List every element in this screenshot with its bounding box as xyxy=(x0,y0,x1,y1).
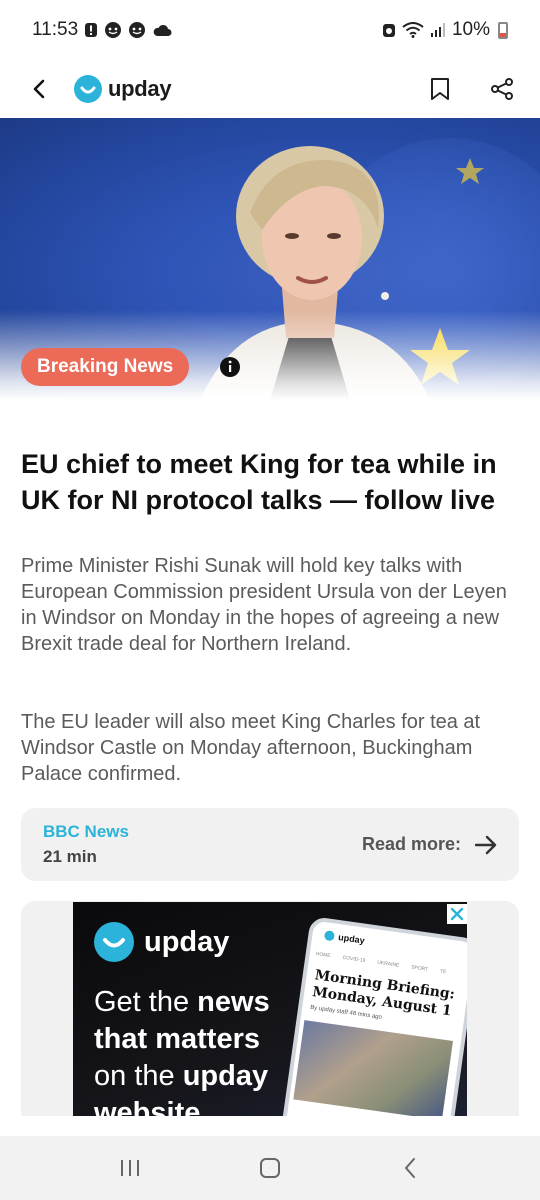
wifi-icon xyxy=(402,22,424,38)
home-button[interactable] xyxy=(250,1148,290,1188)
recent-apps-icon xyxy=(121,1160,139,1176)
phone-tab: COVID-19 xyxy=(342,954,366,964)
ad-tagline-bold-line: website xyxy=(94,1097,201,1116)
phone-tab: UKRAINE xyxy=(376,959,400,969)
chevron-left-icon xyxy=(33,79,45,99)
share-button[interactable] xyxy=(486,73,518,105)
upday-logo-icon xyxy=(74,75,102,103)
ad-banner[interactable]: upday Get the news that matters on the u… xyxy=(73,902,467,1116)
ad-logo-text: upday xyxy=(144,925,230,958)
ad-logo: upday xyxy=(94,922,229,962)
ad-tagline-part: on the xyxy=(94,1060,183,1092)
signal-icon xyxy=(430,22,446,38)
upday-logo-icon xyxy=(324,930,335,941)
status-left: 11:53 xyxy=(32,19,172,41)
source-card[interactable]: BBC News 21 min Read more: xyxy=(21,808,519,881)
close-icon xyxy=(450,907,464,921)
source-info: BBC News 21 min xyxy=(43,822,129,867)
status-bar: 11:53 10% xyxy=(0,0,540,60)
ad-container: upday Get the news that matters on the u… xyxy=(21,901,519,1116)
battery-percent: 10% xyxy=(451,19,490,40)
arrow-right-icon xyxy=(475,835,497,854)
back-nav-button[interactable] xyxy=(390,1148,430,1188)
ad-tagline-bold-line: that matters xyxy=(94,1023,260,1055)
share-icon xyxy=(491,78,513,100)
info-button[interactable] xyxy=(219,356,241,383)
bookmark-icon xyxy=(431,78,449,100)
ad-close-button[interactable] xyxy=(447,904,467,924)
article-paragraph: The EU leader will also meet King Charle… xyxy=(21,711,481,785)
battery-icon xyxy=(498,21,508,39)
appbar-actions xyxy=(424,73,518,105)
app-bar: upday xyxy=(0,60,540,118)
bookmark-button[interactable] xyxy=(424,73,456,105)
back-button[interactable] xyxy=(22,72,56,106)
upday-logo: upday xyxy=(74,75,172,103)
ad-phone-mockup: upday HOME COVID-19 UKRAINE SPORT TE Mor… xyxy=(277,916,467,1116)
recent-apps-button[interactable] xyxy=(110,1148,150,1188)
article-paragraph: Prime Minister Rishi Sunak will hold key… xyxy=(21,555,507,655)
system-nav-bar xyxy=(0,1136,540,1200)
upday-logo-icon xyxy=(94,922,134,962)
breaking-news-badge: Breaking News xyxy=(21,348,190,386)
phone-tab: SPORT xyxy=(410,964,429,973)
notification-face-icon-2 xyxy=(128,21,146,39)
phone-tab: TE xyxy=(439,968,447,976)
read-more-link[interactable]: Read more: xyxy=(362,834,497,855)
ad-tagline: Get the news that matters on the upday w… xyxy=(94,984,304,1116)
home-icon xyxy=(260,1158,280,1178)
alarm-icon xyxy=(382,22,396,38)
ad-tagline-bold: news xyxy=(197,986,270,1018)
status-time: 11:53 xyxy=(32,19,79,40)
logo-text: upday xyxy=(108,76,172,101)
phone-logo: upday xyxy=(324,930,366,946)
phone-tab: HOME xyxy=(315,951,332,960)
info-icon xyxy=(220,357,240,377)
ad-tagline-bold: upday xyxy=(182,1060,269,1092)
hero-image: Breaking News xyxy=(0,118,540,400)
chevron-left-icon xyxy=(405,1158,415,1178)
phone-image xyxy=(293,1020,453,1116)
phone-logo-text: upday xyxy=(337,932,366,946)
source-time: 21 min xyxy=(43,847,97,866)
alert-icon xyxy=(84,22,98,38)
article-headline: EU chief to meet King for tea while in U… xyxy=(21,449,497,515)
read-more-label: Read more: xyxy=(361,834,461,854)
cloud-icon xyxy=(152,23,172,37)
source-name: BBC News xyxy=(43,822,129,841)
ad-tagline-part: Get the xyxy=(94,986,198,1018)
status-right: 10% xyxy=(382,19,508,41)
notification-face-icon xyxy=(104,21,122,39)
